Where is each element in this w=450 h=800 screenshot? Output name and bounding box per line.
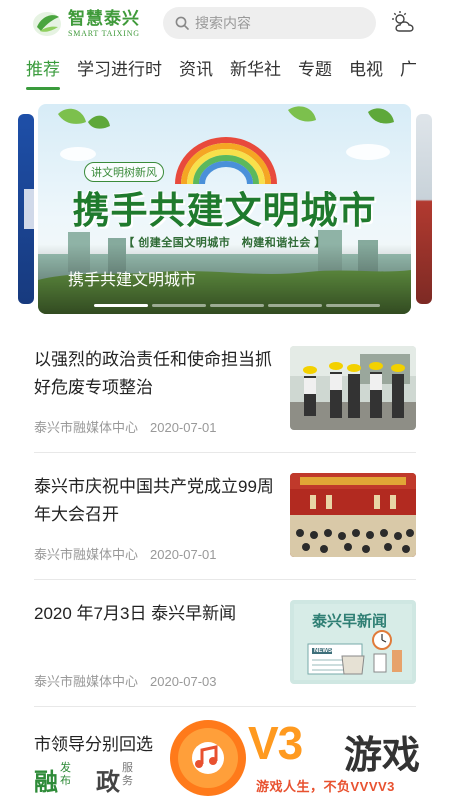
tab-broadcast[interactable]: 广 bbox=[400, 52, 417, 92]
news-source: 泰兴市融媒体中心 bbox=[34, 420, 139, 435]
category-tabs: 推荐 学习进行时 资讯 新华社 专题 电视 广 bbox=[0, 52, 450, 92]
tab-news[interactable]: 资讯 bbox=[179, 52, 213, 92]
news-title: 2020 年7月3日 泰兴早新闻 bbox=[34, 604, 237, 623]
search-bar[interactable]: 搜索内容 bbox=[163, 7, 376, 39]
carousel-dot[interactable] bbox=[326, 304, 380, 307]
news-source: 泰兴市融媒体中心 bbox=[34, 674, 139, 689]
thumb-title: 泰兴早新闻 bbox=[312, 613, 388, 630]
news-title: 泰兴市庆祝中国共产党成立99周年大会召开 bbox=[34, 477, 274, 524]
watermark-brand-cn: 游戏 bbox=[344, 733, 421, 777]
banner-headline: 携手共建文明城市 bbox=[72, 188, 377, 232]
news-title[interactable]: 市领导分别回选 bbox=[34, 730, 153, 755]
news-date: 2020-07-01 bbox=[150, 547, 217, 562]
zheng-logo-label: 服务 bbox=[122, 762, 133, 787]
tab-tv[interactable]: 电视 bbox=[349, 52, 383, 92]
list-divider bbox=[34, 579, 416, 580]
banner-slogan-tag: 讲文明树新风 bbox=[84, 162, 164, 182]
banner-caption: 携手共建文明城市 bbox=[68, 272, 197, 289]
tab-xinhua[interactable]: 新华社 bbox=[230, 52, 281, 92]
app-logo[interactable]: 智慧泰兴 SMART TAIXING bbox=[32, 4, 152, 44]
news-list-item[interactable]: 2020 年7月3日 泰兴早新闻 泰兴市融媒体中心 2020-07-03 泰兴早新… bbox=[34, 600, 416, 712]
news-date: 2020-07-03 bbox=[150, 674, 217, 689]
news-list-item[interactable]: 以强烈的政治责任和使命担当抓好危废专项整治 泰兴市融媒体中心 2020-07-01 bbox=[34, 346, 416, 458]
tab-topics[interactable]: 专题 bbox=[298, 52, 332, 92]
news-date: 2020-07-01 bbox=[150, 420, 217, 435]
banner-carousel[interactable]: 讲文明树新风 携手共建文明城市 【 创建全国文明城市 构建和谐社会 】 携手共建… bbox=[0, 104, 450, 314]
carousel-dot[interactable] bbox=[94, 304, 148, 307]
news-title: 以强烈的政治责任和使命担当抓好危废专项整治 bbox=[34, 350, 272, 397]
search-icon bbox=[175, 16, 189, 30]
thumb-paper-label: NEWS bbox=[314, 648, 332, 654]
watermark-slogan: 游戏人生，不负VVVV3 bbox=[256, 779, 395, 794]
tab-study[interactable]: 学习进行时 bbox=[77, 52, 162, 92]
news-list-item[interactable]: 泰兴市庆祝中国共产党成立99周年大会召开 泰兴市融媒体中心 2020-07-01 bbox=[34, 473, 416, 585]
carousel-dot[interactable] bbox=[152, 304, 206, 307]
zheng-logo-char: 政 bbox=[96, 767, 120, 796]
news-meta: 泰兴市融媒体中心 2020-07-03 bbox=[34, 671, 217, 690]
logo-leaf-icon bbox=[32, 9, 62, 39]
watermark-overlay: V3 游戏 游戏人生，不负VVVV3 bbox=[168, 712, 450, 800]
rong-logo-char: 融 bbox=[34, 767, 58, 796]
watermark-disc-icon bbox=[170, 720, 246, 796]
news-meta: 泰兴市融媒体中心 2020-07-01 bbox=[34, 417, 217, 436]
news-thumbnail bbox=[290, 346, 416, 430]
news-thumbnail: 泰兴早新闻 NEWS bbox=[290, 600, 416, 684]
carousel-indicators bbox=[94, 304, 384, 307]
list-divider bbox=[34, 706, 416, 707]
tab-recommend[interactable]: 推荐 bbox=[26, 52, 60, 92]
prev-slide-peek[interactable] bbox=[18, 114, 34, 304]
rong-logo-label: 发布 bbox=[60, 762, 71, 787]
list-divider bbox=[34, 452, 416, 453]
news-meta: 泰兴市融媒体中心 2020-07-01 bbox=[34, 544, 217, 563]
next-slide-peek[interactable] bbox=[416, 114, 432, 304]
search-placeholder: 搜索内容 bbox=[195, 15, 251, 31]
banner-slide[interactable]: 讲文明树新风 携手共建文明城市 【 创建全国文明城市 构建和谐社会 】 携手共建… bbox=[38, 104, 411, 314]
carousel-dot[interactable] bbox=[210, 304, 264, 307]
partly-cloudy-icon[interactable] bbox=[391, 10, 417, 36]
news-source: 泰兴市融媒体中心 bbox=[34, 547, 139, 562]
news-thumbnail bbox=[290, 473, 416, 557]
logo-subtitle: SMART TAIXING bbox=[68, 28, 140, 38]
watermark-brand: V3 bbox=[248, 717, 303, 769]
carousel-dot[interactable] bbox=[268, 304, 322, 307]
logo-title: 智慧泰兴 bbox=[68, 8, 140, 29]
